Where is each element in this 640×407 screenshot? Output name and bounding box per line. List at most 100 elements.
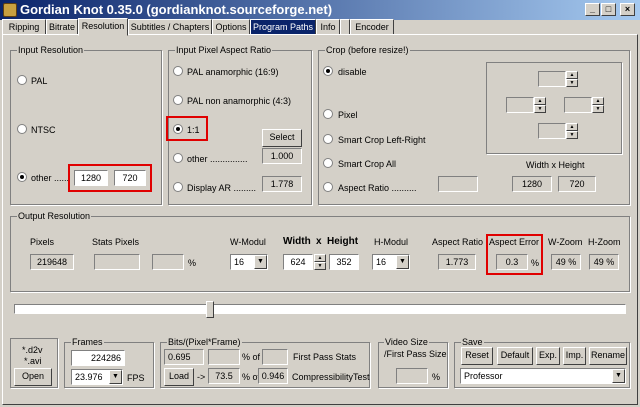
frames-count-field[interactable]: 224286 bbox=[71, 350, 125, 366]
label-pal: PAL bbox=[31, 76, 48, 86]
avi-label: *.avi bbox=[24, 356, 42, 366]
crop-top-spinner[interactable]: ▲ ▼ bbox=[566, 71, 578, 87]
select-button[interactable]: Select bbox=[262, 129, 302, 147]
default-button[interactable]: Default bbox=[497, 347, 533, 365]
preview-slider-thumb[interactable] bbox=[206, 301, 214, 318]
radio-display-ar[interactable] bbox=[173, 182, 183, 192]
aspect-error-value: 0.3 bbox=[496, 254, 528, 270]
stats-pixels-label: Stats Pixels bbox=[92, 237, 140, 247]
tab-resolution[interactable]: Resolution bbox=[78, 18, 128, 36]
chevron-down-icon[interactable]: ▼ bbox=[109, 370, 122, 384]
crop-right-field[interactable] bbox=[564, 97, 592, 113]
tab-options[interactable]: Options bbox=[212, 19, 250, 35]
output-width-field[interactable]: 624 bbox=[283, 254, 313, 270]
import-button[interactable]: Imp. bbox=[563, 347, 586, 365]
group-title: Bits/(Pixel*Frame) bbox=[167, 337, 242, 347]
wmodul-select[interactable]: 16 ▼ bbox=[230, 254, 268, 270]
comp-percent-value: 73.5 bbox=[208, 368, 240, 384]
crop-left-spinner[interactable]: ▲ ▼ bbox=[534, 97, 546, 113]
chevron-down-icon[interactable]: ▼ bbox=[254, 255, 267, 269]
tab-ripping[interactable]: Ripping bbox=[2, 19, 46, 35]
tab-strip: Ripping Bitrate Resolution Subtitles / C… bbox=[2, 18, 638, 36]
tab-encoder[interactable]: Encoder bbox=[350, 19, 394, 35]
tab-subtitles-chapters[interactable]: Subtitles / Chapters bbox=[128, 19, 212, 35]
first-pass-size-label: /First Pass Size bbox=[384, 349, 447, 359]
chevron-down-icon[interactable]: ▼ bbox=[612, 369, 625, 383]
input-height-field[interactable]: 720 bbox=[114, 170, 146, 186]
bits-value: 0.695 bbox=[164, 349, 204, 365]
stats-percent-sign: % bbox=[188, 258, 197, 268]
output-height-field[interactable]: 352 bbox=[329, 254, 359, 270]
group-title: Input Pixel Aspect Ratio bbox=[175, 45, 273, 55]
rename-button[interactable]: Rename bbox=[589, 347, 627, 365]
chevron-down-icon[interactable]: ▼ bbox=[396, 255, 409, 269]
input-width-field[interactable]: 1280 bbox=[74, 170, 108, 186]
radio-other-par[interactable] bbox=[173, 153, 183, 163]
radio-pal-non-anamorphic[interactable] bbox=[173, 95, 183, 105]
label-smart-crop-lr: Smart Crop Left-Right bbox=[338, 135, 426, 145]
bits-percent-field bbox=[208, 349, 240, 365]
load-button[interactable]: Load bbox=[164, 368, 194, 386]
crop-bottom-spinner[interactable]: ▲ ▼ bbox=[566, 123, 578, 139]
radio-pal[interactable] bbox=[17, 75, 27, 85]
group-title: Save bbox=[461, 337, 484, 347]
label-display-ar: Display AR ......... bbox=[187, 183, 257, 193]
crop-bottom-field[interactable] bbox=[538, 123, 566, 139]
app-icon bbox=[3, 3, 17, 17]
export-button[interactable]: Exp. bbox=[536, 347, 560, 365]
preview-slider-track[interactable] bbox=[14, 304, 626, 314]
close-button[interactable]: × bbox=[620, 3, 635, 16]
bits-pct-of-label: % of bbox=[242, 352, 261, 362]
pixels-value: 219648 bbox=[30, 254, 74, 270]
hmodul-value: 16 bbox=[376, 257, 387, 267]
hmodul-select[interactable]: 16 ▼ bbox=[372, 254, 410, 270]
group-title: Crop (before resize!) bbox=[325, 45, 410, 55]
stats-pixels-value bbox=[94, 254, 140, 270]
tab-info[interactable]: Info bbox=[316, 19, 340, 35]
radio-other-resolution[interactable] bbox=[17, 172, 27, 182]
size-spinner[interactable]: ▲ ▼ bbox=[314, 254, 326, 270]
wmodul-value: 16 bbox=[234, 257, 245, 267]
aspect-ratio-label: Aspect Ratio bbox=[432, 237, 484, 247]
radio-smart-crop-all[interactable] bbox=[323, 158, 333, 168]
label-crop-aspect: Aspect Ratio .......... bbox=[338, 183, 417, 193]
radio-crop-aspect[interactable] bbox=[323, 182, 333, 192]
label-crop-disable: disable bbox=[338, 67, 367, 77]
minimize-button[interactable]: _ bbox=[585, 3, 600, 16]
group-title: Frames bbox=[71, 337, 104, 347]
crop-wh-label: Width x Height bbox=[526, 160, 585, 170]
label-crop-pixel: Pixel bbox=[338, 110, 358, 120]
crop-right-spinner[interactable]: ▲ ▼ bbox=[592, 97, 604, 113]
fps-select[interactable]: 23.976 ▼ bbox=[71, 369, 123, 385]
radio-crop-disable[interactable] bbox=[323, 66, 333, 76]
tab-bitrate[interactable]: Bitrate bbox=[46, 19, 78, 35]
reset-button[interactable]: Reset bbox=[461, 347, 493, 365]
radio-one-to-one[interactable] bbox=[173, 124, 183, 134]
label-smart-crop-all: Smart Crop All bbox=[338, 159, 397, 169]
fps-label: FPS bbox=[127, 373, 145, 383]
first-pass-label: First Pass Stats bbox=[293, 352, 357, 362]
label-other-resolution: other ...... bbox=[31, 173, 70, 183]
crop-left-field[interactable] bbox=[506, 97, 534, 113]
radio-pal-anamorphic[interactable] bbox=[173, 66, 183, 76]
group-title: Input Resolution bbox=[17, 45, 85, 55]
radio-smart-crop-lr[interactable] bbox=[323, 134, 333, 144]
label-pal-non-anamorphic: PAL non anamorphic (4:3) bbox=[187, 96, 292, 106]
label-pal-anamorphic: PAL anamorphic (16:9) bbox=[187, 67, 279, 77]
crop-top-field[interactable] bbox=[538, 71, 566, 87]
maximize-button[interactable]: □ bbox=[601, 3, 616, 16]
crop-height-value: 720 bbox=[558, 176, 596, 192]
profile-select[interactable]: Professor ▼ bbox=[460, 368, 626, 384]
window-title: Gordian Knot 0.35.0 (gordianknot.sourcef… bbox=[20, 2, 333, 17]
first-pass-value bbox=[262, 349, 288, 365]
tab-blank[interactable] bbox=[340, 19, 350, 35]
radio-ntsc[interactable] bbox=[17, 124, 27, 134]
display-ar-value: 1.778 bbox=[262, 176, 302, 192]
tab-program-paths[interactable]: Program Paths bbox=[250, 19, 316, 35]
aspect-error-percent: % bbox=[531, 258, 540, 268]
hmodul-label: H-Modul bbox=[374, 237, 409, 247]
stats-pixels-percent bbox=[152, 254, 184, 270]
hzoom-label: H-Zoom bbox=[588, 237, 621, 247]
open-button[interactable]: Open bbox=[14, 368, 52, 386]
radio-crop-pixel[interactable] bbox=[323, 109, 333, 119]
